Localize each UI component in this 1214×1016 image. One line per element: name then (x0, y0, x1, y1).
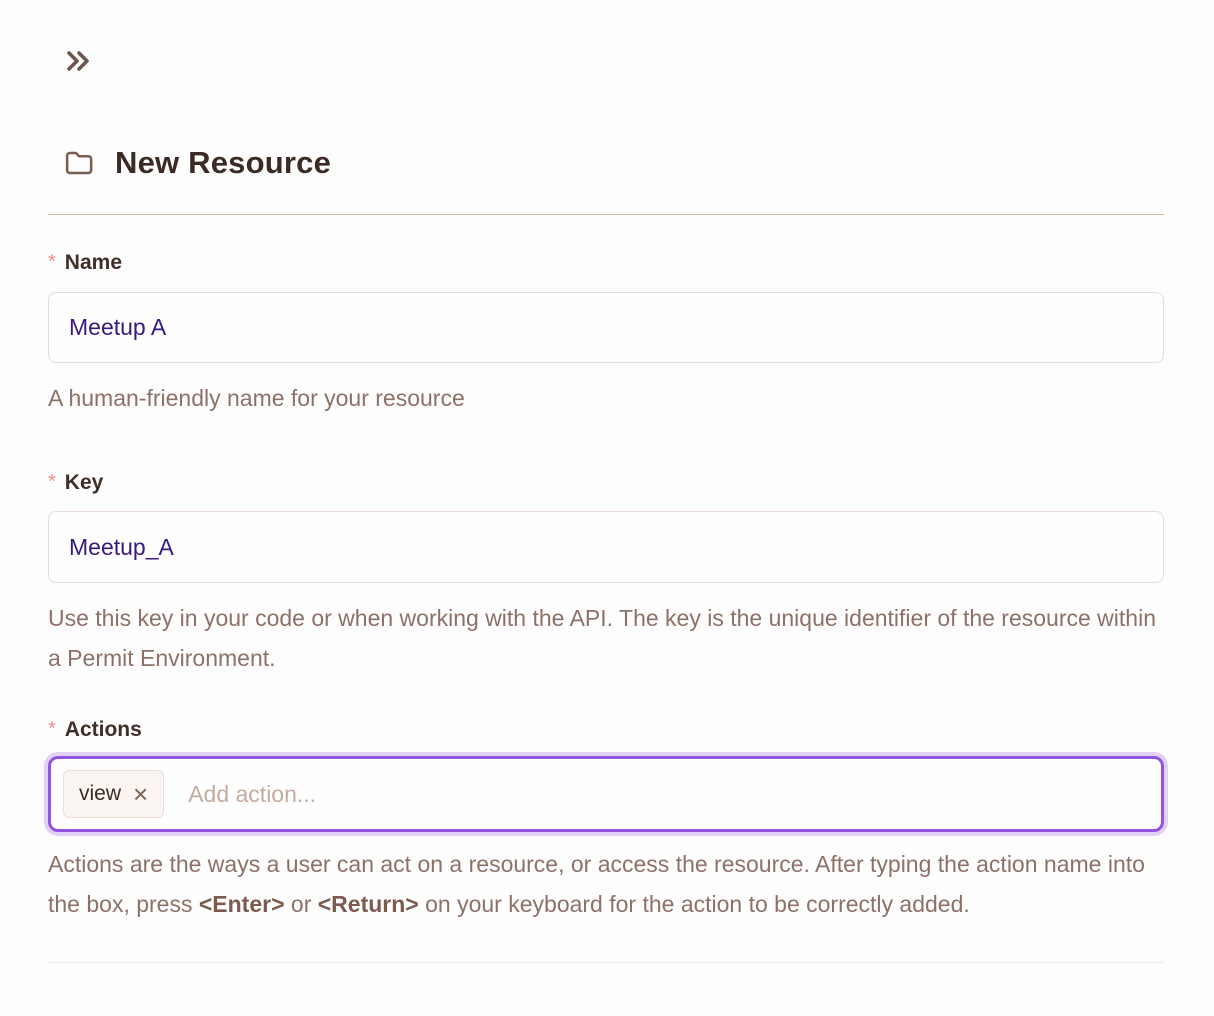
actions-help-suffix: on your keyboard for the action to be co… (419, 891, 970, 917)
key-label-text: Key (65, 471, 104, 495)
footer-divider (48, 962, 1164, 963)
name-input[interactable] (48, 292, 1164, 363)
collapse-panel-button[interactable] (62, 44, 96, 78)
key-field-label: * Key (48, 471, 1164, 499)
actions-tag-input[interactable]: view × (48, 756, 1164, 832)
key-input[interactable] (48, 511, 1164, 583)
action-tag-view: view × (63, 770, 164, 818)
name-label-text: Name (65, 251, 122, 275)
page-header: New Resource (64, 142, 1164, 184)
return-key-text: <Return> (318, 891, 419, 917)
name-field-label: * Name (48, 251, 1164, 279)
remove-tag-icon[interactable]: × (133, 781, 148, 807)
page-title: New Resource (115, 145, 331, 181)
key-help-text: Use this key in your code or when workin… (48, 598, 1164, 678)
enter-key-text: <Enter> (199, 891, 285, 917)
name-help-text: A human-friendly name for your resource (48, 378, 1164, 418)
tag-label: view (79, 782, 121, 806)
add-action-input[interactable] (188, 781, 1149, 808)
header-divider (48, 214, 1164, 215)
new-resource-form-panel: New Resource * Name A human-friendly nam… (48, 44, 1164, 963)
required-asterisk: * (48, 251, 56, 274)
actions-label-text: Actions (65, 718, 142, 742)
actions-help-text: Actions are the ways a user can act on a… (48, 844, 1164, 924)
required-asterisk: * (48, 718, 56, 741)
double-chevron-right-icon (62, 45, 96, 77)
required-asterisk: * (48, 471, 56, 494)
actions-field-label: * Actions (48, 718, 1164, 746)
actions-help-middle: or (285, 891, 318, 917)
folder-icon (64, 149, 94, 177)
